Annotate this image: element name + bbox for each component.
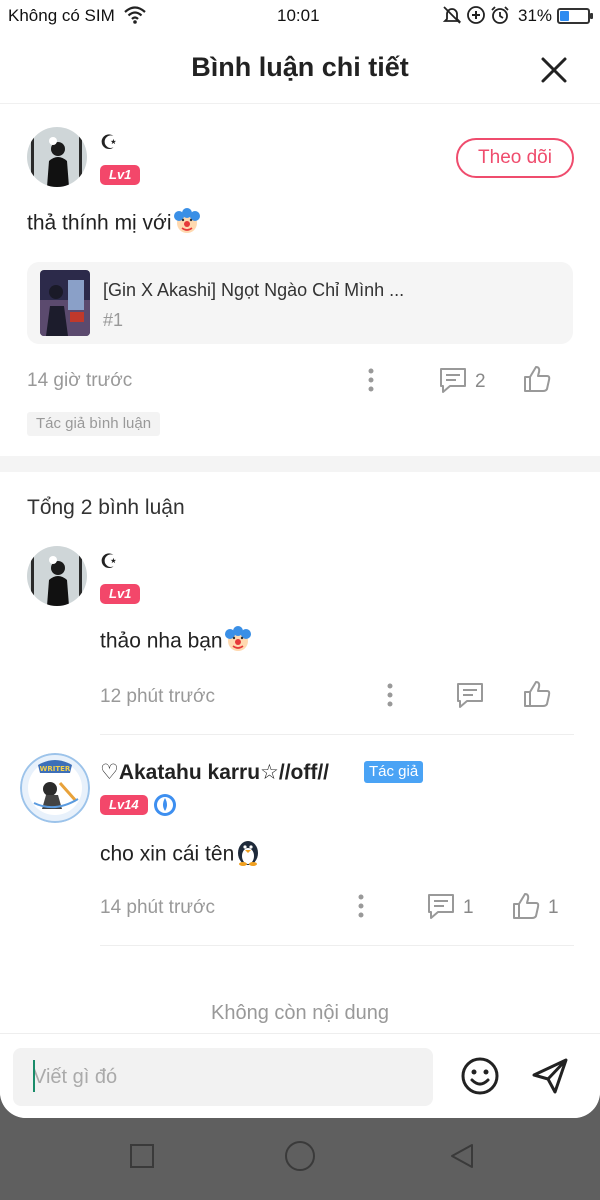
reply-time: 12 phút trước [100,686,215,707]
author-commented-tag: Tác giả bình luận [27,412,161,436]
status-bar: Không có SIM 10:01 31% [0,0,600,32]
level-badge: Lv1 [100,165,141,185]
reply-divider [100,734,574,735]
text-caret [33,1060,35,1092]
page-title: Bình luận chi tiết [191,52,409,82]
reply-username[interactable]: ☪ [100,549,118,574]
author-badge: Tác giả [364,761,424,783]
status-icons [442,5,510,25]
story-title: [Gin X Akashi] Ngọt Ngào Chỉ Mình ... [103,280,405,300]
svg-text:WRITER: WRITER [40,765,71,773]
wifi-icon [124,5,146,30]
follow-button[interactable]: Theo dõi [456,138,574,178]
avatar[interactable] [27,127,87,187]
battery-fill [560,11,569,21]
comment-input[interactable] [13,1048,433,1106]
story-chapter: #1 [103,310,124,330]
end-of-list-text: Không còn nội dung [211,1002,389,1024]
reply-icon[interactable] [438,366,468,399]
like-icon[interactable] [511,891,541,926]
comment-text: thả thính mị với [27,211,172,235]
total-comments-label: Tổng 2 bình luận [27,496,185,519]
send-icon[interactable] [530,1056,570,1101]
reply-icon[interactable] [426,892,456,925]
system-nav-bar [0,1118,600,1200]
penguin-icon [235,838,261,872]
comment-body: thả thính mị với [27,208,201,240]
section-divider [0,456,600,472]
story-cover-image [40,270,90,336]
reply-body: cho xin cái tên [100,838,261,872]
back-icon[interactable] [448,1142,476,1175]
more-options-icon[interactable] [364,366,378,399]
carrier-label: Không có SIM [8,6,115,25]
clown-face-icon [173,208,201,240]
like-icon[interactable] [522,364,552,399]
username[interactable]: ☪ [100,130,118,155]
battery-percent: 31% [518,6,553,25]
more-options-icon[interactable] [383,681,397,714]
reply-text: cho xin cái tên [100,842,235,866]
reply-text: thảo nha bạn [100,629,223,653]
verified-writer-icon [153,793,177,822]
reply-count: 1 [463,897,474,918]
emoji-icon[interactable] [460,1056,500,1101]
story-card[interactable]: [Gin X Akashi] Ngọt Ngào Chỉ Mình ... #1 [27,262,573,344]
avatar[interactable]: WRITER [20,753,90,823]
level-badge: Lv14 [100,795,148,815]
comment-time: 14 giờ trước [27,370,133,391]
reply-time: 14 phút trước [100,897,215,918]
comment-input-bar [0,1033,600,1118]
clown-face-icon [224,626,252,658]
like-count: 1 [548,897,559,918]
recent-apps-icon[interactable] [128,1142,156,1175]
reply-icon[interactable] [455,681,485,714]
alarm-icon [491,6,509,24]
like-icon[interactable] [522,679,552,714]
reply-body: thảo nha bạn [100,626,252,658]
more-options-icon[interactable] [354,892,368,925]
reply-count: 2 [475,371,486,392]
comment-detail-sheet: Không có SIM 10:01 31% Bình luận chi tiế… [0,0,600,1118]
battery-icon [557,8,593,24]
close-icon[interactable] [538,54,570,86]
header: Bình luận chi tiết [0,34,600,104]
reply-divider [100,945,574,946]
clock: 10:01 [277,6,320,25]
home-icon[interactable] [284,1140,316,1177]
level-badge: Lv1 [100,584,141,604]
data-saver-icon [467,6,485,24]
avatar[interactable] [27,546,87,606]
reply-username[interactable]: ♡Akatahu karru☆//off// [100,760,329,785]
mute-bell-icon [442,6,462,24]
